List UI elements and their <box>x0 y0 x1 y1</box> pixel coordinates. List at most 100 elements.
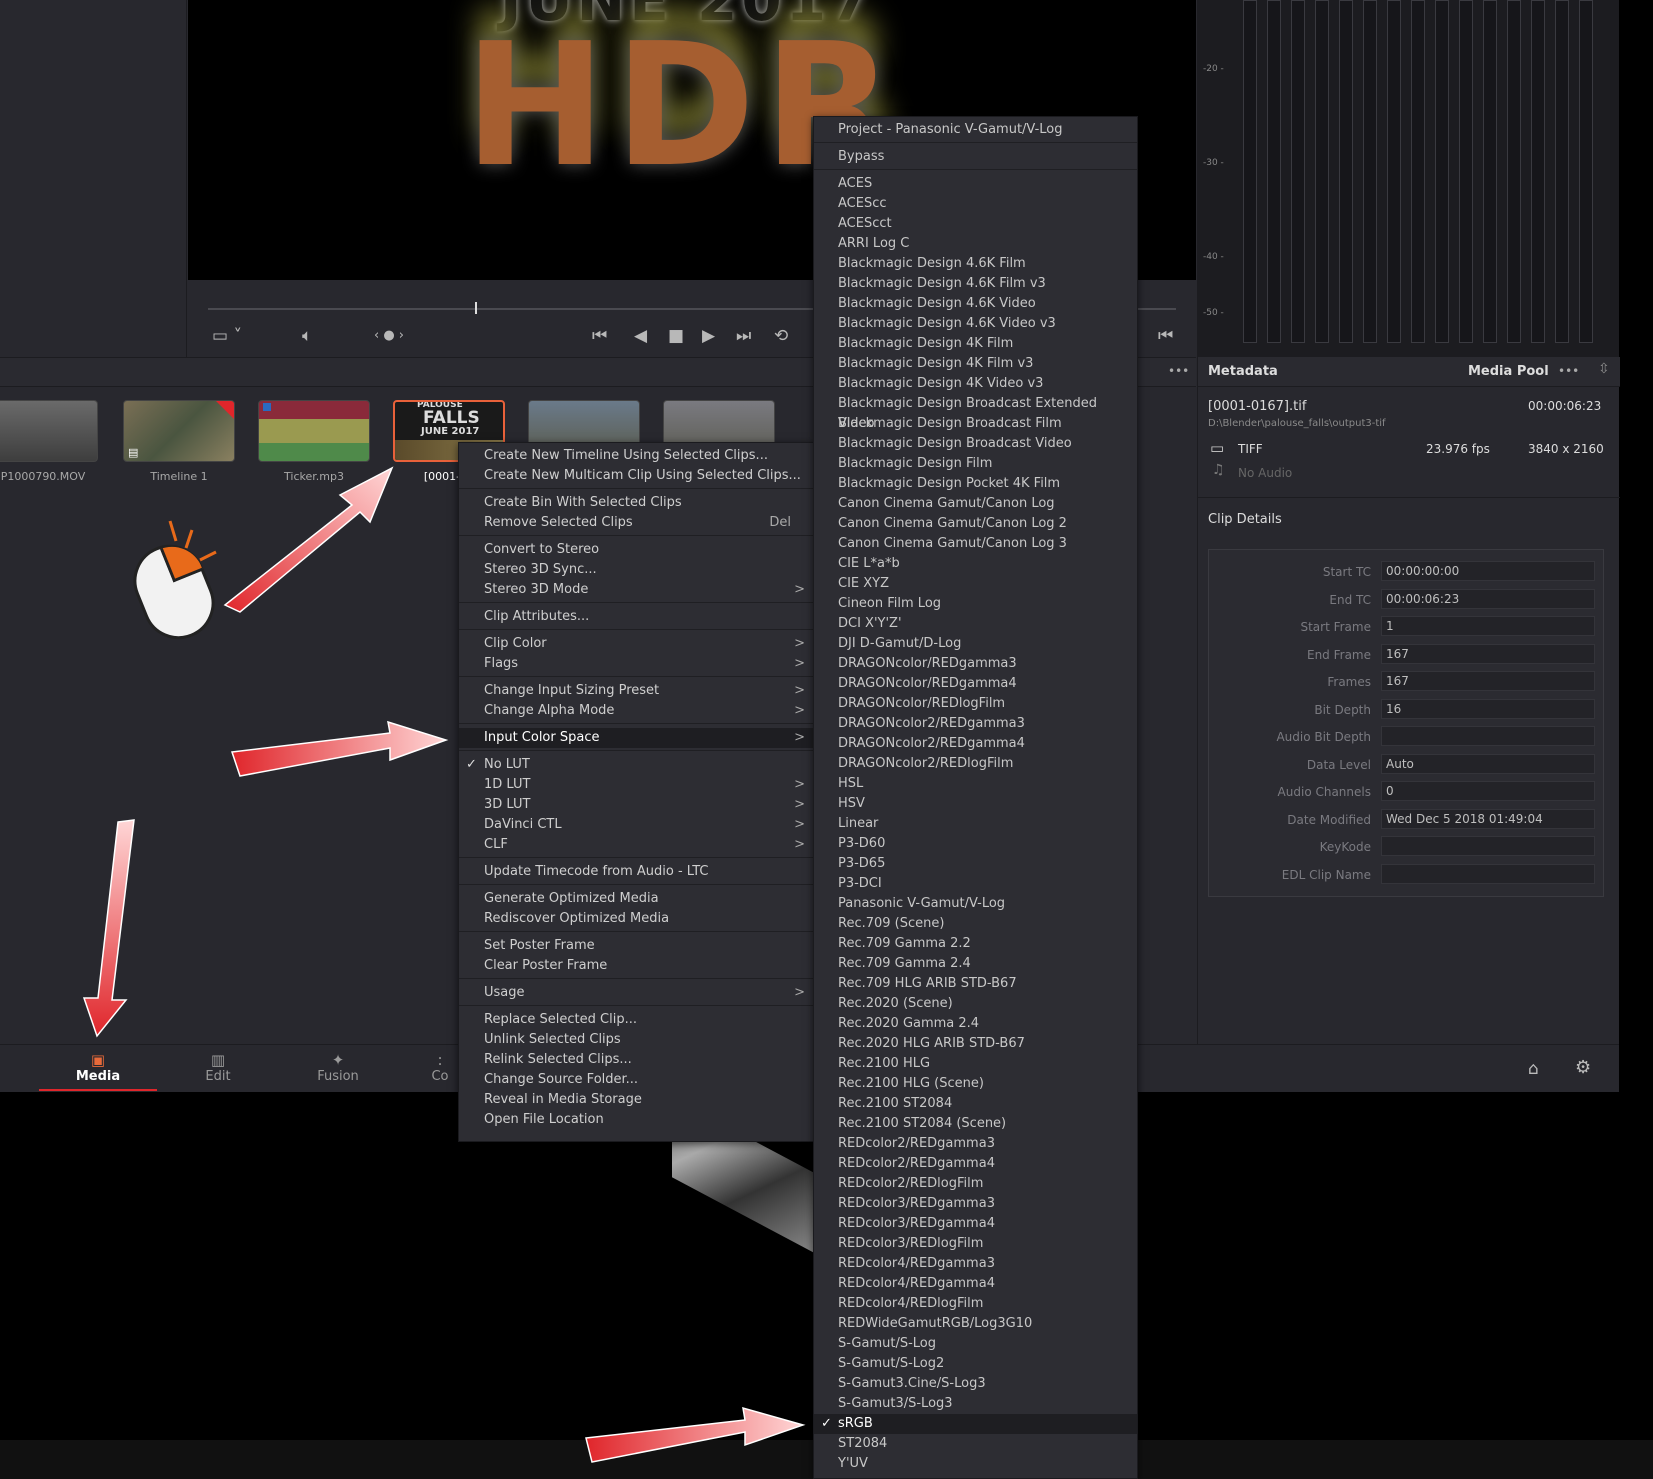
color-space-item[interactable]: S-Gamut3.Cine/S-Log3 <box>814 1374 1137 1394</box>
color-space-item[interactable]: Blackmagic Design Broadcast Extended Vid… <box>814 394 1137 431</box>
color-space-item[interactable]: DRAGONcolor2/REDgamma4 <box>814 734 1137 754</box>
color-space-item[interactable]: Linear <box>814 814 1137 834</box>
mark-out-icon[interactable]: ⏮︎ <box>1158 326 1173 346</box>
menu-item[interactable]: Relink Selected Clips... <box>459 1050 813 1070</box>
menu-item[interactable]: Change Source Folder... <box>459 1070 813 1090</box>
menu-item[interactable]: Clip Color > <box>459 634 813 654</box>
menu-item[interactable]: Create New Multicam Clip Using Selected … <box>459 466 813 486</box>
color-space-item[interactable]: DJI D-Gamut/D-Log <box>814 634 1137 654</box>
menu-item[interactable]: Replace Selected Clip... <box>459 1010 813 1030</box>
color-space-item[interactable]: DRAGONcolor2/REDlogFilm <box>814 754 1137 774</box>
more-options-icon[interactable]: ••• <box>1168 364 1189 378</box>
menu-item[interactable]: Generate Optimized Media <box>459 889 813 909</box>
color-space-item[interactable]: Blackmagic Design Broadcast Video <box>814 434 1137 454</box>
meta-value[interactable]: Auto <box>1381 754 1595 774</box>
menu-item[interactable]: Clear Poster Frame <box>459 956 813 976</box>
menu-item[interactable]: Clip Attributes... <box>459 607 813 627</box>
meta-value[interactable] <box>1381 726 1595 746</box>
menu-item[interactable]: Open File Location <box>459 1110 813 1130</box>
color-space-item[interactable]: Rec.2100 HLG <box>814 1054 1137 1074</box>
menu-item[interactable]: Change Alpha Mode > <box>459 701 813 721</box>
color-space-item[interactable]: Rec.709 Gamma 2.4 <box>814 954 1137 974</box>
clip-thumbnail[interactable] <box>0 400 98 462</box>
color-space-item[interactable]: Blackmagic Design 4K Video v3 <box>814 374 1137 394</box>
color-space-item[interactable]: REDcolor3/REDlogFilm <box>814 1234 1137 1254</box>
menu-item[interactable]: Reveal in Media Storage <box>459 1090 813 1110</box>
meta-value[interactable]: 00:00:06:23 <box>1381 589 1595 609</box>
color-space-item[interactable]: REDcolor4/REDgamma4 <box>814 1274 1137 1294</box>
clip-thumbnail[interactable] <box>258 400 370 462</box>
color-space-item[interactable]: REDcolor4/REDlogFilm <box>814 1294 1137 1314</box>
menu-item[interactable]: Remove Selected Clips Del <box>459 513 813 533</box>
meta-value[interactable]: 1 <box>1381 616 1595 636</box>
page-tab-fusion[interactable]: ✦ Fusion <box>279 1047 397 1091</box>
menu-item[interactable]: Stereo 3D Sync... <box>459 560 813 580</box>
color-space-item[interactable]: Blackmagic Design 4.6K Video v3 <box>814 314 1137 334</box>
stop-icon[interactable]: ■ <box>668 326 684 346</box>
color-space-item[interactable]: DRAGONcolor/REDlogFilm <box>814 694 1137 714</box>
menu-item[interactable]: Change Input Sizing Preset > <box>459 681 813 701</box>
color-space-item[interactable]: Rec.709 Gamma 2.2 <box>814 934 1137 954</box>
color-space-item[interactable]: DRAGONcolor2/REDgamma3 <box>814 714 1137 734</box>
menu-item[interactable]: Stereo 3D Mode > <box>459 580 813 600</box>
meta-value[interactable]: 00:00:00:00 <box>1381 561 1595 581</box>
color-space-item[interactable]: Blackmagic Design Pocket 4K Film <box>814 474 1137 494</box>
color-space-item[interactable]: P3-DCI <box>814 874 1137 894</box>
jump-end-icon[interactable]: ⏭︎ <box>736 326 751 346</box>
color-space-item[interactable]: REDcolor3/REDgamma4 <box>814 1214 1137 1234</box>
media-pool-tab[interactable]: Media Pool <box>1468 364 1549 379</box>
color-space-item[interactable]: Blackmagic Design Film <box>814 454 1137 474</box>
color-space-item[interactable]: DCI X'Y'Z' <box>814 614 1137 634</box>
meta-value[interactable]: Wed Dec 5 2018 01:49:04 <box>1381 809 1595 829</box>
color-space-item[interactable]: DRAGONcolor/REDgamma4 <box>814 674 1137 694</box>
color-space-item[interactable]: Rec.709 HLG ARIB STD-B67 <box>814 974 1137 994</box>
color-space-item[interactable]: Blackmagic Design 4K Film v3 <box>814 354 1137 374</box>
color-space-item[interactable]: ARRI Log C <box>814 234 1137 254</box>
menu-item[interactable]: Create Bin With Selected Clips <box>459 493 813 513</box>
color-space-item[interactable]: Canon Cinema Gamut/Canon Log 3 <box>814 534 1137 554</box>
color-space-item[interactable]: Blackmagic Design 4.6K Film v3 <box>814 274 1137 294</box>
jog-control-icon[interactable]: ‹ ● › <box>374 326 404 346</box>
collapse-icon[interactable]: ⇳ <box>1598 361 1610 377</box>
color-space-item[interactable]: P3-D60 <box>814 834 1137 854</box>
color-space-item[interactable]: ACES <box>814 174 1137 194</box>
color-space-item[interactable]: P3-D65 <box>814 854 1137 874</box>
menu-item[interactable]: ✓ No LUT <box>459 755 813 775</box>
color-space-item[interactable]: Blackmagic Design Broadcast Film <box>814 414 1137 434</box>
clip-thumbnail[interactable]: ▤ <box>123 400 235 462</box>
speaker-icon[interactable]: 🔈︎ <box>302 326 312 346</box>
menu-item[interactable]: CLF > <box>459 835 813 855</box>
color-space-item[interactable]: Rec.2100 ST2084 <box>814 1094 1137 1114</box>
color-space-item[interactable]: Rec.709 (Scene) <box>814 914 1137 934</box>
menu-item[interactable]: Set Poster Frame <box>459 936 813 956</box>
color-space-item[interactable]: Rec.2100 ST2084 (Scene) <box>814 1114 1137 1134</box>
more-options-icon[interactable]: ••• <box>1558 364 1579 378</box>
color-space-item[interactable]: Rec.2020 Gamma 2.4 <box>814 1014 1137 1034</box>
color-space-item[interactable]: Blackmagic Design 4.6K Film <box>814 254 1137 274</box>
menu-item[interactable]: Flags > <box>459 654 813 674</box>
color-space-item[interactable]: S-Gamut3/S-Log3 <box>814 1394 1137 1414</box>
color-space-item[interactable]: CIE XYZ <box>814 574 1137 594</box>
meta-value[interactable]: 0 <box>1381 781 1595 801</box>
color-space-item[interactable]: ACEScct <box>814 214 1137 234</box>
color-space-item[interactable]: REDcolor2/REDgamma4 <box>814 1154 1137 1174</box>
menu-item[interactable]: Unlink Selected Clips <box>459 1030 813 1050</box>
page-tab-media[interactable]: ▣ Media <box>39 1047 157 1091</box>
menu-item[interactable]: Update Timecode from Audio - LTC <box>459 862 813 882</box>
menu-item[interactable]: Create New Timeline Using Selected Clips… <box>459 446 813 466</box>
color-space-item[interactable]: REDcolor2/REDgamma3 <box>814 1134 1137 1154</box>
menu-item-input-color-space[interactable]: Input Color Space > <box>459 728 813 748</box>
color-space-item[interactable]: Panasonic V-Gamut/V-Log <box>814 894 1137 914</box>
color-space-item[interactable]: Canon Cinema Gamut/Canon Log <box>814 494 1137 514</box>
color-space-item[interactable]: HSL <box>814 774 1137 794</box>
gear-icon[interactable]: ⚙ <box>1575 1057 1591 1078</box>
color-space-item[interactable]: Project - Panasonic V-Gamut/V-Log <box>814 120 1137 140</box>
menu-item[interactable]: Usage > <box>459 983 813 1003</box>
color-space-item[interactable]: ST2084 <box>814 1434 1137 1454</box>
page-tab-color[interactable]: : Co <box>420 1047 460 1091</box>
color-space-item[interactable]: REDcolor4/REDgamma3 <box>814 1254 1137 1274</box>
meta-value[interactable]: 167 <box>1381 671 1595 691</box>
color-space-item[interactable]: Rec.2020 (Scene) <box>814 994 1137 1014</box>
menu-item[interactable]: Rediscover Optimized Media <box>459 909 813 929</box>
meta-value[interactable]: 16 <box>1381 699 1595 719</box>
